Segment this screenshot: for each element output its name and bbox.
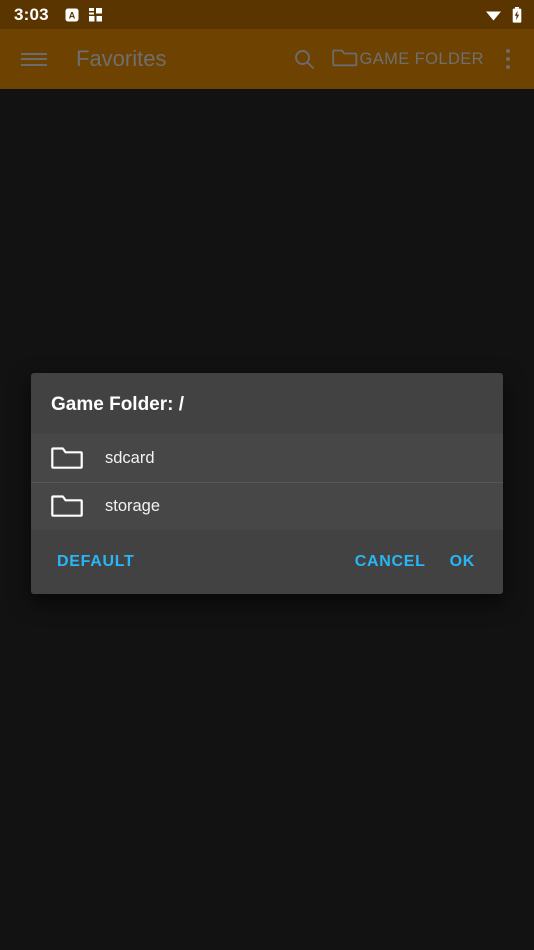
hamburger-bar	[21, 52, 47, 55]
cancel-button[interactable]: CANCEL	[343, 544, 438, 580]
hamburger-bar	[21, 58, 47, 60]
grid-squares-icon	[88, 7, 103, 22]
game-folder-button[interactable]: GAME FOLDER	[326, 37, 490, 81]
dialog-button-bar: DEFAULT CANCEL OK	[31, 529, 503, 594]
svg-text:A: A	[69, 10, 76, 20]
overflow-dot	[506, 49, 510, 53]
status-bar: 3:03 A	[0, 0, 534, 29]
dialog-title: Game Folder: /	[51, 394, 185, 415]
app-screen: 3:03 A Favorites GAME FOLDER Game Folder…	[0, 0, 534, 950]
hamburger-menu-icon-inner	[21, 49, 47, 69]
wifi-icon	[485, 8, 502, 22]
folder-picker-dialog: Game Folder: / sdcard storage DEFAULT CA…	[31, 373, 503, 594]
game-folder-label: GAME FOLDER	[359, 49, 484, 68]
list-item-label: sdcard	[105, 448, 155, 467]
overflow-dot	[506, 65, 510, 69]
list-item-label: storage	[105, 497, 161, 516]
more-vertical-icon[interactable]	[490, 37, 526, 81]
status-bar-system-icons	[485, 6, 522, 23]
battery-charging-icon	[512, 6, 522, 23]
toolbar-actions: GAME FOLDER	[282, 37, 526, 81]
overflow-dot	[506, 57, 510, 61]
folder-list: sdcard storage	[31, 433, 503, 530]
status-bar-clock: 3:03	[14, 5, 49, 24]
hamburger-bar	[21, 63, 47, 66]
list-item[interactable]: sdcard	[31, 434, 503, 482]
default-button[interactable]: DEFAULT	[45, 544, 147, 580]
list-item[interactable]: storage	[31, 481, 503, 530]
search-icon[interactable]	[282, 37, 326, 81]
folder-icon	[51, 445, 85, 471]
status-bar-notification-icons: A	[65, 7, 103, 22]
app-toolbar: Favorites GAME FOLDER	[0, 29, 534, 89]
app-badge-a-icon: A	[65, 8, 79, 22]
folder-outline-icon	[332, 46, 358, 73]
ok-button[interactable]: OK	[438, 544, 489, 580]
folder-icon	[51, 493, 85, 519]
page-title: Favorites	[76, 46, 167, 71]
hamburger-menu-icon[interactable]	[14, 39, 54, 79]
